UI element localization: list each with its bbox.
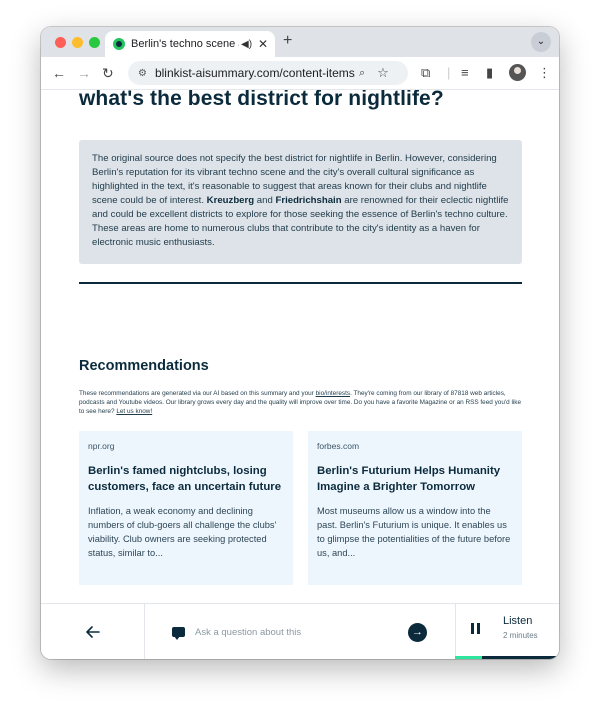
card-source: forbes.com	[317, 441, 360, 451]
browser-tab[interactable]: Berlin's techno scene adc ◀) ✕	[105, 31, 275, 57]
toolbar-separator: |	[447, 65, 451, 80]
tab-title: Berlin's techno scene adc	[131, 38, 239, 50]
audio-progress-bar[interactable]	[455, 656, 559, 659]
recommendation-card[interactable]: npr.org Berlin's famed nightclubs, losin…	[79, 431, 293, 585]
ask-question-field[interactable]: Ask a question about this →	[145, 604, 455, 659]
new-tab-button[interactable]: +	[283, 32, 292, 50]
site-info-icon[interactable]: ⚙	[138, 68, 147, 79]
card-title[interactable]: Berlin's Futurium Helps Humanity Imagine…	[317, 463, 513, 495]
send-arrow-icon[interactable]: →	[408, 623, 427, 642]
note-text: These recommendations are generated via …	[79, 390, 316, 397]
recommendation-card[interactable]: forbes.com Berlin's Futurium Helps Human…	[308, 431, 522, 585]
recommendations-note: These recommendations are generated via …	[79, 389, 522, 416]
minimize-window-button[interactable]	[72, 37, 83, 48]
question-heading: what's the best district for nightlife?	[79, 90, 444, 110]
profile-icon[interactable]	[509, 64, 526, 81]
chat-bubble-icon	[172, 627, 185, 640]
listen-label: Listen	[503, 615, 533, 627]
listen-duration: 2 minutes	[503, 631, 538, 640]
answer-highlight-friedrichshain: Friedrichshain	[275, 195, 342, 206]
card-title[interactable]: Berlin's famed nightclubs, losing custom…	[88, 463, 284, 495]
tab-search-button[interactable]: ⌄	[531, 32, 551, 52]
close-window-button[interactable]	[55, 37, 66, 48]
address-bar[interactable]: ⚙ blinkist-aisummary.com/content-items/V…	[128, 61, 408, 85]
card-source: npr.org	[88, 441, 115, 451]
bio-interests-link[interactable]: bio/interests	[316, 390, 350, 397]
answer-text: and	[254, 195, 276, 206]
speaker-icon[interactable]: ◀)	[241, 39, 252, 50]
bottom-bar: Ask a question about this → Listen 2 min…	[41, 603, 559, 659]
listen-control[interactable]: Listen 2 minutes	[455, 604, 559, 656]
section-divider	[79, 282, 522, 284]
browser-window: Berlin's techno scene adc ◀) ✕ + ⌄ ← → ↻…	[41, 27, 559, 659]
audio-progress-fill	[455, 656, 483, 659]
tab-close-icon[interactable]: ✕	[258, 37, 268, 51]
tab-strip: Berlin's techno scene adc ◀) ✕ + ⌄	[41, 27, 559, 57]
zoom-icon[interactable]: ⌕	[359, 67, 365, 80]
card-description: Most museums allow us a window into the …	[317, 506, 511, 558]
ask-placeholder[interactable]: Ask a question about this	[195, 627, 301, 638]
sidepanel-icon[interactable]: ▮	[486, 65, 493, 81]
back-button[interactable]	[41, 604, 145, 659]
pause-icon[interactable]	[471, 623, 480, 634]
media-icon[interactable]: ≡	[461, 65, 469, 80]
maximize-window-button[interactable]	[89, 37, 100, 48]
recommendations-title: Recommendations	[79, 358, 209, 374]
blinkist-favicon-icon	[113, 38, 125, 50]
let-us-know-link[interactable]: Let us know!	[116, 408, 152, 415]
back-icon[interactable]: ←	[52, 65, 66, 81]
extensions-icon[interactable]: ⧉	[421, 65, 430, 81]
answer-highlight-kreuzberg: Kreuzberg	[206, 195, 255, 206]
url-text[interactable]: blinkist-aisummary.com/content-items/V..…	[155, 66, 355, 80]
reload-icon[interactable]: ↻	[102, 65, 114, 82]
answer-box: The original source does not specify the…	[79, 140, 522, 264]
forward-icon[interactable]: →	[77, 65, 91, 81]
card-description: Inflation, a weak economy and declining …	[88, 506, 277, 558]
page-content: what's the best district for nightlife? …	[41, 90, 559, 603]
menu-icon[interactable]: ⋮	[538, 65, 551, 81]
browser-toolbar: ← → ↻ ⚙ blinkist-aisummary.com/content-i…	[41, 57, 559, 90]
arrow-left-icon	[85, 626, 100, 638]
star-icon[interactable]: ☆	[377, 65, 389, 81]
